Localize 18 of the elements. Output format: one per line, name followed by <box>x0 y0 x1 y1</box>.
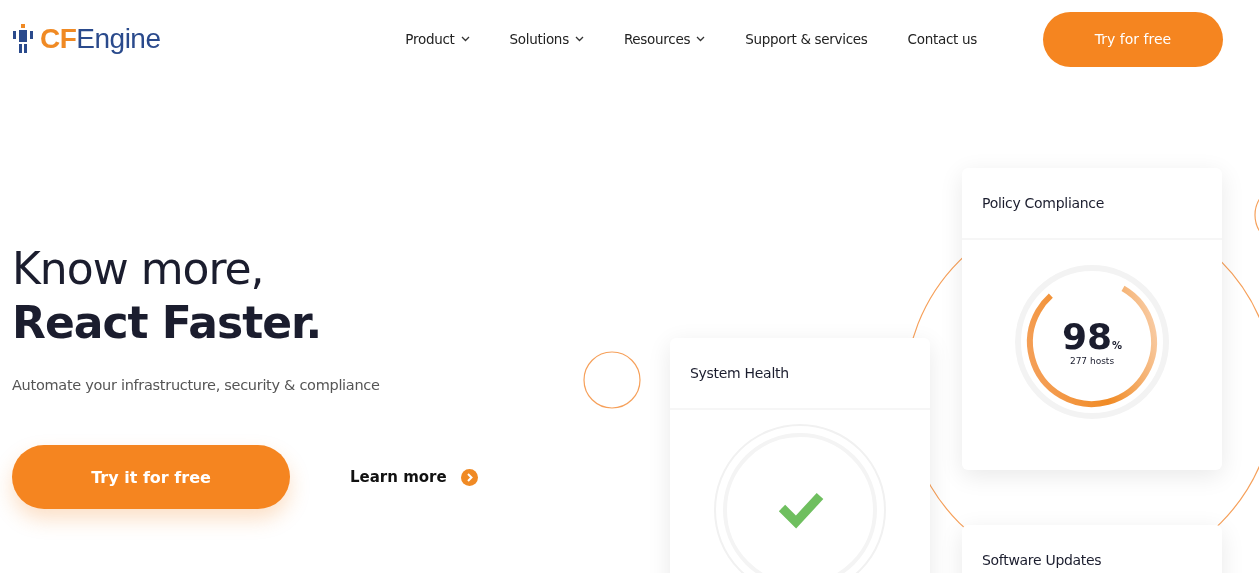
nav-link[interactable]: Resources <box>623 31 706 47</box>
nav-link[interactable]: Solutions <box>509 31 584 47</box>
hero-title-bold: React Faster. <box>12 296 323 350</box>
nav-link[interactable]: Contact us <box>907 31 977 47</box>
compliance-value: 98 <box>1061 318 1113 356</box>
card-title: System Health <box>690 365 789 381</box>
hero-subtitle: Automate your infrastructure, security & compliance <box>12 377 381 393</box>
learn-more-link[interactable]: Learn more <box>350 468 447 486</box>
logo-icon <box>12 24 34 54</box>
hero-title: Know more, <box>12 243 265 295</box>
card-title: Software Updates <box>982 552 1102 568</box>
arrow-circle-icon <box>460 468 478 486</box>
logo-text[interactable]: CFEngine <box>40 23 161 55</box>
percent-unit: % <box>1112 340 1123 351</box>
hosts-caption: 277 hosts <box>1069 356 1115 366</box>
nav-link[interactable]: Support & services <box>745 31 868 47</box>
nav-link[interactable]: Product <box>405 31 470 47</box>
card-title: Policy Compliance <box>982 195 1105 211</box>
